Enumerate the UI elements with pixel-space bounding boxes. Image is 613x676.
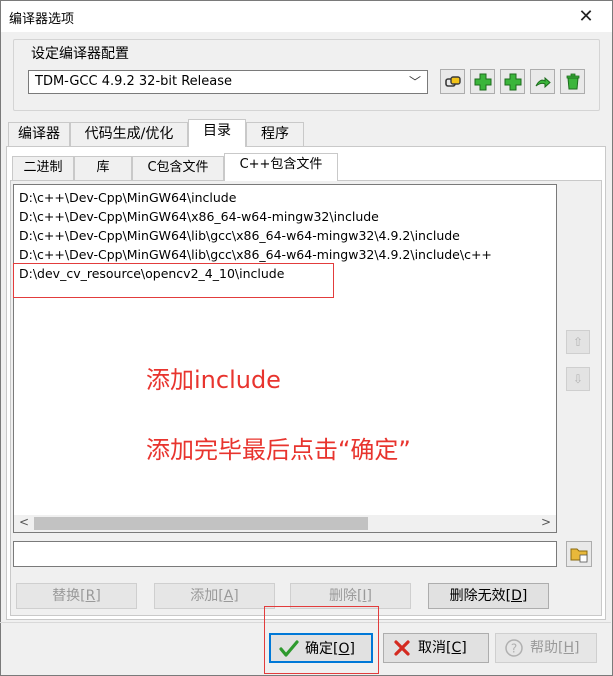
cancel-label: 取消: [418, 640, 446, 656]
replace-shortcut: [R]: [80, 588, 101, 604]
help-shortcut: [H]: [558, 640, 580, 656]
annotation-add-include: 添加include: [146, 366, 281, 394]
chain-check-icon: [445, 76, 461, 87]
include-dir-list[interactable]: D:\c++\Dev-Cpp\MinGW64\include D:\c++\De…: [13, 184, 557, 533]
trash-icon: [566, 73, 580, 90]
list-item[interactable]: D:\c++\Dev-Cpp\MinGW64\include: [19, 190, 236, 205]
compiler-config-select[interactable]: TDM-GCC 4.9.2 32-bit Release ﹀: [28, 70, 428, 94]
delete-invalid-button[interactable]: 删除无效[D]: [428, 583, 549, 609]
annotation-click-ok: 添加完毕最后点击“确定”: [146, 436, 411, 464]
chevron-down-icon: ﹀: [408, 75, 421, 89]
cancel-shortcut: [C]: [446, 640, 467, 656]
delete-label: 删除: [328, 588, 357, 604]
tab-programs[interactable]: 程序: [246, 122, 304, 146]
highlight-box: [13, 263, 334, 298]
delete-shortcut: [I]: [356, 588, 373, 604]
tab-libraries[interactable]: 库: [74, 156, 132, 180]
close-button[interactable]: ✕: [576, 7, 596, 27]
add-config-button[interactable]: [470, 69, 495, 94]
folder-icon: [570, 548, 588, 563]
svg-text:?: ?: [511, 642, 517, 656]
scroll-left-icon[interactable]: <: [19, 515, 29, 529]
rename-config-button[interactable]: [530, 69, 555, 94]
list-item[interactable]: D:\c++\Dev-Cpp\MinGW64\lib\gcc\x86_64-w6…: [19, 228, 460, 243]
scroll-right-icon[interactable]: >: [541, 515, 551, 529]
copy-config-button[interactable]: [500, 69, 525, 94]
plus-icon: [474, 73, 492, 91]
add-button[interactable]: 添加[A]: [154, 583, 275, 609]
cancel-button[interactable]: 取消[C]: [383, 633, 489, 663]
compiler-config-label: 设定编译器配置: [29, 43, 131, 63]
list-item[interactable]: D:\c++\Dev-Cpp\MinGW64\x86_64-w64-mingw3…: [19, 209, 379, 224]
tab-binaries[interactable]: 二进制: [12, 156, 74, 180]
add-shortcut: [A]: [218, 588, 239, 604]
plus-icon: [504, 73, 522, 91]
title-bar: 编译器选项 ✕: [1, 1, 612, 32]
arrow-right-icon: [535, 76, 551, 89]
help-icon: ?: [505, 639, 523, 657]
check-config-button[interactable]: [440, 69, 465, 94]
delete-invalid-label: 删除无效: [449, 588, 506, 604]
path-input[interactable]: [13, 541, 557, 567]
replace-button[interactable]: 替换[R]: [16, 583, 137, 609]
tab-c-includes[interactable]: C包含文件: [132, 156, 224, 180]
tab-cpp-includes[interactable]: C++包含文件: [224, 153, 338, 181]
move-up-button[interactable]: ⇧: [566, 330, 590, 354]
move-down-button[interactable]: ⇩: [566, 367, 590, 391]
highlight-box: [264, 606, 379, 674]
window-title: 编译器选项: [9, 12, 75, 27]
help-label: 帮助: [530, 640, 558, 656]
horizontal-scrollbar[interactable]: < >: [14, 515, 556, 532]
add-label: 添加: [190, 588, 219, 604]
delete-config-button[interactable]: [560, 69, 585, 94]
help-button[interactable]: ? 帮助[H]: [495, 633, 597, 663]
scrollbar-thumb[interactable]: [34, 517, 368, 530]
compiler-config-value: TDM-GCC 4.9.2 32-bit Release: [35, 74, 233, 89]
tab-code-generation[interactable]: 代码生成/优化: [70, 122, 188, 146]
tab-compiler[interactable]: 编译器: [8, 122, 70, 146]
tab-directories[interactable]: 目录: [188, 119, 246, 147]
replace-label: 替换: [52, 588, 81, 604]
close-icon: [394, 640, 410, 656]
browse-folder-button[interactable]: [566, 541, 592, 567]
delete-invalid-shortcut: [D]: [505, 588, 528, 604]
list-item[interactable]: D:\c++\Dev-Cpp\MinGW64\lib\gcc\x86_64-w6…: [19, 247, 492, 262]
